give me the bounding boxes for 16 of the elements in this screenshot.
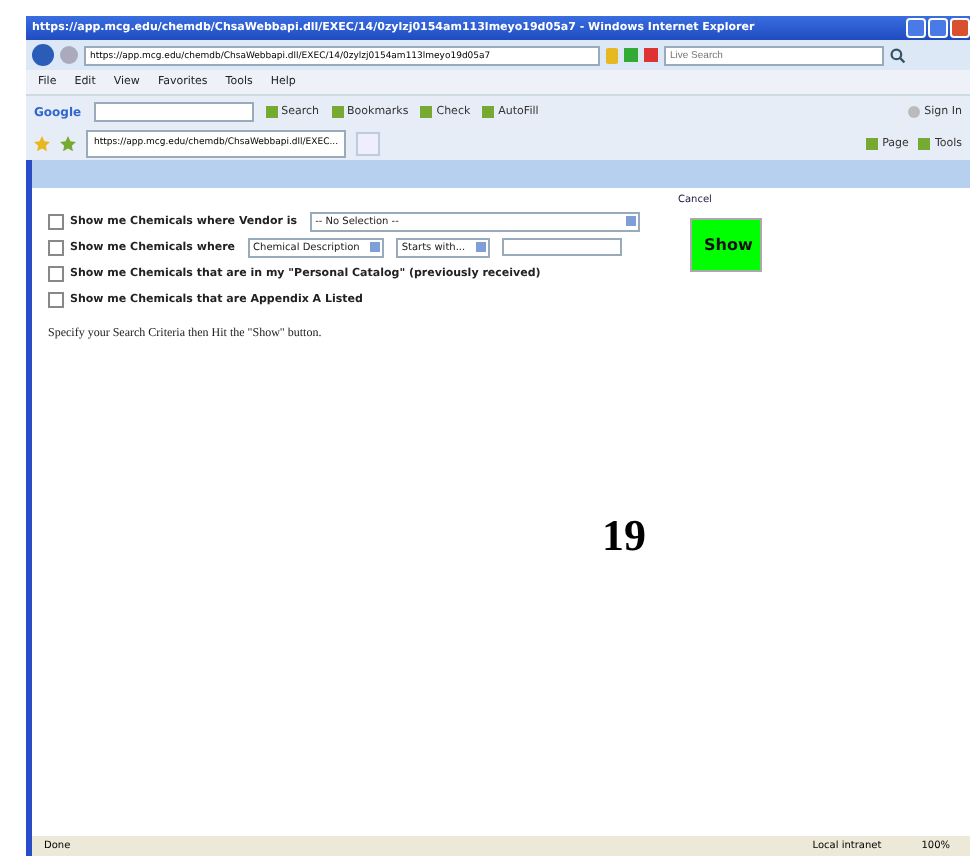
- back-button[interactable]: [32, 44, 54, 66]
- checkbox[interactable]: [48, 291, 64, 307]
- star-icon[interactable]: [60, 136, 76, 152]
- show-button[interactable]: Show: [690, 218, 762, 272]
- forward-button[interactable]: [60, 46, 78, 64]
- checkbox[interactable]: [48, 213, 64, 229]
- search-icon[interactable]: [890, 47, 906, 63]
- minimize-button[interactable]: [906, 18, 926, 38]
- page-number: 19: [602, 510, 646, 560]
- star-icon[interactable]: [34, 136, 50, 152]
- search-text-field[interactable]: [501, 238, 622, 256]
- checkbox[interactable]: [48, 239, 64, 255]
- google-search-field[interactable]: [93, 102, 254, 122]
- close-button[interactable]: [950, 18, 970, 38]
- checkbox[interactable]: [48, 265, 64, 281]
- maximize-button[interactable]: [928, 18, 948, 38]
